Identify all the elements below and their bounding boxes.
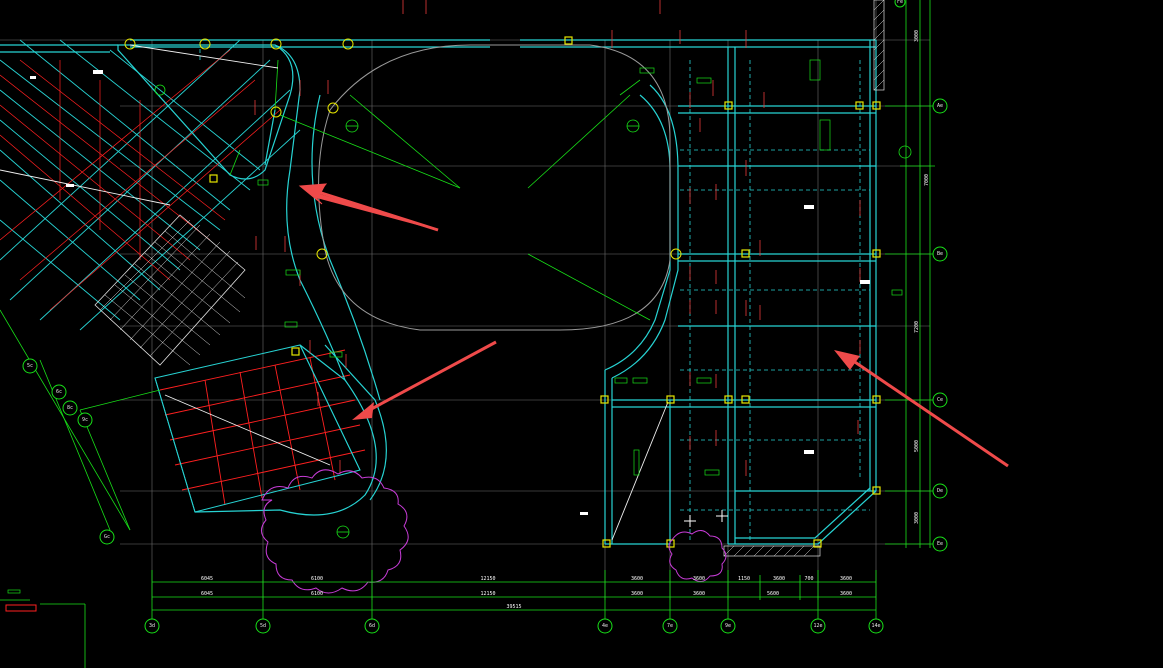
svg-text:Gc: Gc (104, 534, 110, 540)
cad-drawing-canvas[interactable]: 6045 6100 12150 3600 3600 1150 3600 700 … (0, 0, 1163, 668)
axis-bubble-gc: Gc (99, 529, 115, 545)
svg-text:8c: 8c (67, 405, 73, 411)
dim-b1-6: 3600 (773, 576, 785, 582)
dim-b1-7: 700 (804, 576, 813, 582)
svg-text:Be: Be (937, 251, 943, 257)
dim-r-4: 3000 (914, 512, 920, 524)
svg-text:14e: 14e (871, 623, 880, 629)
axis-bubble-12e: 12e (810, 618, 826, 634)
axis-bubble-3d: 3d (144, 618, 160, 634)
dim-b1-0: 6045 (201, 576, 213, 582)
svg-text:6c: 6c (56, 389, 62, 395)
dim-b1-8: 3600 (840, 576, 852, 582)
axis-bubble-9e: 9e (720, 618, 736, 634)
dim-b2-4: 3600 (693, 591, 705, 597)
svg-text:9c: 9c (82, 417, 88, 423)
axis-bubble-7e: 7e (662, 618, 678, 634)
svg-text:Ae: Ae (937, 103, 943, 109)
dim-b2-5: 5600 (767, 591, 779, 597)
dim-b1-2: 12150 (480, 576, 495, 582)
dim-b1-5: 1150 (738, 576, 750, 582)
dim-b2-6: 3600 (840, 591, 852, 597)
svg-text:5d: 5d (260, 623, 266, 629)
svg-text:De: De (937, 488, 943, 494)
dim-r-0: 3000 (914, 30, 920, 42)
svg-text:Ee: Ee (937, 541, 943, 547)
svg-text:6d: 6d (369, 623, 375, 629)
dim-b1-1: 6100 (311, 576, 323, 582)
axis-bubble-9c: 9c (77, 412, 93, 428)
svg-text:3d: 3d (149, 623, 155, 629)
dim-r-1: 7000 (924, 174, 930, 186)
axis-bubble-6c: 6c (51, 384, 67, 400)
dim-b1-3: 3600 (631, 576, 643, 582)
axis-bubble-ee: Ee (932, 536, 948, 552)
dim-b2-0: 6045 (201, 591, 213, 597)
svg-text:Fe: Fe (897, 0, 903, 5)
axis-bubble-ae: Ae (932, 98, 948, 114)
svg-text:12e: 12e (813, 623, 822, 629)
dim-total: 39515 (506, 604, 521, 610)
axis-bubble-ce: Ce (932, 392, 948, 408)
axis-bubble-5d: 5d (255, 618, 271, 634)
dim-b2-3: 3600 (631, 591, 643, 597)
dim-r-3: 5000 (914, 440, 920, 452)
svg-text:4e: 4e (602, 623, 608, 629)
dim-b2-2: 12150 (480, 591, 495, 597)
axis-bubble-fe: Fe (894, 0, 906, 8)
axis-bubble-de: De (932, 483, 948, 499)
svg-text:7e: 7e (667, 623, 673, 629)
axis-bubble-be: Be (932, 246, 948, 262)
dim-b1-4: 3600 (693, 576, 705, 582)
svg-text:9e: 9e (725, 623, 731, 629)
axis-bubble-6d: 6d (364, 618, 380, 634)
axis-bubble-5c: 5c (22, 358, 38, 374)
svg-text:5c: 5c (27, 363, 33, 369)
axis-bubble-4e: 4e (597, 618, 613, 634)
axis-bubble-8c: 8c (62, 400, 78, 416)
axis-bubble-14e: 14e (868, 618, 884, 634)
svg-text:Ce: Ce (937, 397, 943, 403)
dim-b2-1: 6100 (311, 591, 323, 597)
dim-r-2: 7200 (914, 321, 920, 333)
